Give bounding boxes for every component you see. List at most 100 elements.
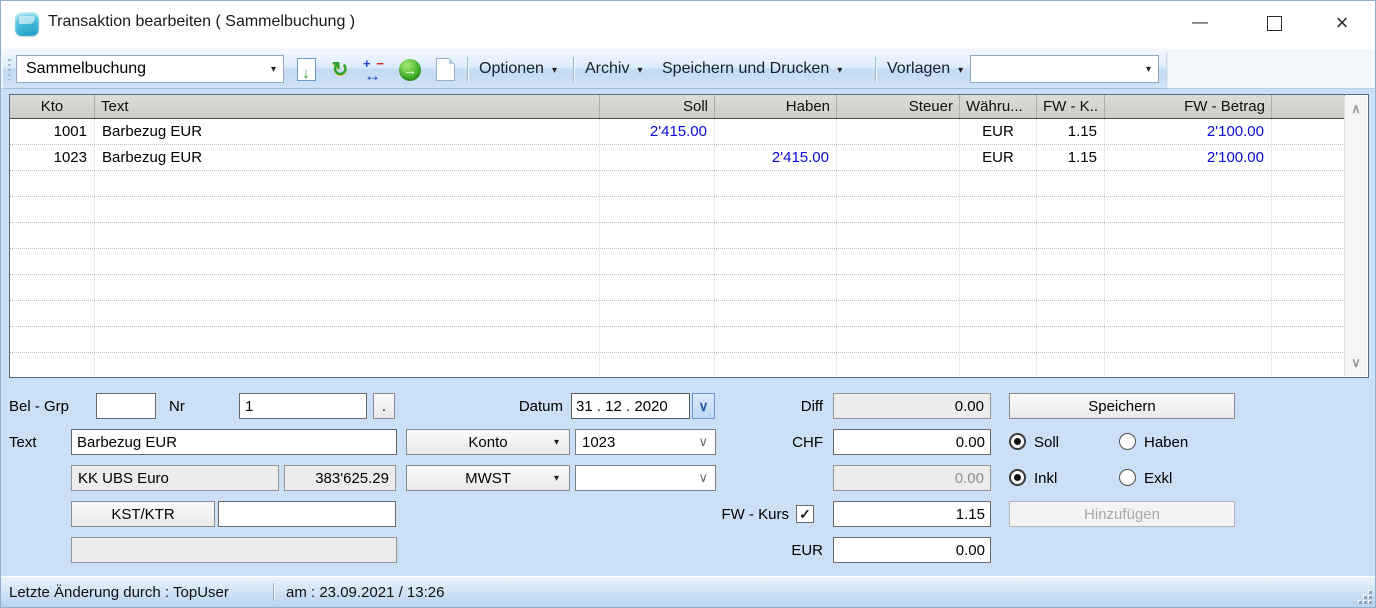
diff-label: Diff [761, 393, 823, 419]
table-row[interactable]: 1023 Barbezug EUR 2'415.00 EUR 1.15 2'10… [10, 145, 1345, 171]
cell-haben [715, 119, 837, 144]
konto-dropdown-button[interactable]: Konto ▾ [406, 429, 570, 455]
exkl-radio-label: Exkl [1144, 465, 1214, 491]
template-combo[interactable]: ▾ [970, 55, 1159, 83]
datum-dropdown-button[interactable]: ∨ [692, 393, 715, 419]
statusbar-changed-by: Letzte Änderung durch : TopUser [9, 577, 229, 607]
eur-input[interactable] [833, 537, 991, 563]
table-scrollbar[interactable]: ∧ ∨ [1344, 96, 1367, 376]
booking-type-combo[interactable]: Sammelbuchung ▾ [16, 55, 284, 83]
dropdown-arrow-icon: ▾ [554, 473, 559, 484]
empty-readonly-field [71, 537, 397, 563]
cell-filler [1272, 145, 1345, 170]
chf-label: CHF [761, 429, 823, 455]
cell-steuer [837, 119, 960, 144]
diff-field: 0.00 [833, 393, 991, 419]
dropdown-arrow-icon: ▾ [637, 65, 642, 76]
column-header-filler [1272, 95, 1345, 118]
menu-vorlagen[interactable]: Vorlagen ▾ [883, 55, 967, 83]
table-empty-row [10, 249, 1345, 275]
app-icon [15, 12, 39, 36]
adjust-columns-icon: +− ↔ [362, 57, 386, 82]
import-document-icon: ↓ [297, 58, 316, 81]
dot-button[interactable]: . [373, 393, 395, 419]
column-header-kto[interactable]: Kto [10, 95, 95, 118]
fw-kurs-checkbox[interactable]: ✓ [796, 505, 814, 523]
table-empty-row [10, 275, 1345, 301]
chevron-down-icon: ∨ [698, 434, 708, 450]
dropdown-arrow-icon: ▾ [554, 437, 559, 448]
dropdown-arrow-icon: ▾ [552, 65, 557, 76]
column-header-text[interactable]: Text [95, 95, 600, 118]
cell-fw-kurs: 1.15 [1037, 119, 1105, 144]
text-input[interactable] [71, 429, 397, 455]
go-arrow-icon: → [399, 59, 421, 81]
column-header-waehrung[interactable]: Währu... [960, 95, 1037, 118]
kst-ktr-button[interactable]: KST/KTR [71, 501, 215, 527]
hinzufuegen-button[interactable]: Hinzufügen [1009, 501, 1235, 527]
booking-type-value: Sammelbuchung [26, 60, 146, 78]
maximize-icon [1267, 16, 1282, 31]
column-header-fw-kurs[interactable]: FW - K.. [1037, 95, 1105, 118]
content-area: Kto Text Soll Haben Steuer Währu... FW -… [1, 89, 1376, 578]
cell-haben: 2'415.00 [715, 145, 837, 170]
dropdown-arrow-icon: ▾ [958, 65, 963, 76]
cell-fw-betrag: 2'100.00 [1105, 119, 1272, 144]
minimize-button[interactable]: — [1173, 3, 1227, 43]
table-empty-row [10, 327, 1345, 353]
go-next-button[interactable]: → [395, 56, 425, 83]
bel-grp-input[interactable] [96, 393, 156, 419]
titlebar: Transaktion bearbeiten ( Sammelbuchung )… [1, 1, 1375, 49]
new-document-button[interactable] [430, 56, 460, 83]
chevron-down-icon: ∨ [698, 398, 708, 415]
resize-grip[interactable] [1356, 588, 1372, 604]
steuer-betrag-field: 0.00 [833, 465, 991, 491]
column-header-haben[interactable]: Haben [715, 95, 837, 118]
statusbar: Letzte Änderung durch : TopUser am : 23.… [1, 576, 1375, 607]
refresh-button[interactable]: ↻ [325, 56, 355, 83]
fw-kurs-label: FW - Kurs [701, 501, 789, 527]
speichern-button[interactable]: Speichern [1009, 393, 1235, 419]
exkl-radio[interactable] [1119, 469, 1136, 486]
dropdown-arrow-icon: ▾ [271, 64, 276, 75]
adjust-columns-button[interactable]: +− ↔ [359, 56, 389, 83]
import-document-button[interactable]: ↓ [291, 56, 321, 83]
konto-combo[interactable]: 1023 ∨ [575, 429, 716, 455]
scroll-down-icon[interactable]: ∨ [1345, 355, 1367, 371]
cell-steuer [837, 145, 960, 170]
cell-waehrung: EUR [960, 145, 1037, 170]
mwst-dropdown-button[interactable]: MWST ▾ [406, 465, 570, 491]
mwst-combo[interactable]: ∨ [575, 465, 716, 491]
account-name-field: KK UBS Euro [71, 465, 279, 491]
check-icon: ✓ [799, 506, 811, 523]
table-empty-row [10, 197, 1345, 223]
column-header-fw-betrag[interactable]: FW - Betrag [1105, 95, 1272, 118]
inkl-radio[interactable] [1009, 469, 1026, 486]
fw-kurs-input[interactable] [833, 501, 991, 527]
column-header-steuer[interactable]: Steuer [837, 95, 960, 118]
kst-ktr-input[interactable] [218, 501, 396, 527]
cell-kto: 1023 [10, 145, 95, 170]
soll-radio[interactable] [1009, 433, 1026, 450]
statusbar-separator [273, 583, 274, 601]
nr-input[interactable] [239, 393, 367, 419]
scroll-up-icon[interactable]: ∧ [1345, 101, 1367, 117]
chf-input[interactable] [833, 429, 991, 455]
datum-field[interactable]: 31 . 12 . 2020 [571, 393, 690, 419]
close-button[interactable]: × [1315, 3, 1369, 43]
refresh-icon: ↻ [332, 57, 349, 82]
menu-speichern-und-drucken[interactable]: Speichern und Drucken ▾ [658, 55, 846, 83]
table-row[interactable]: 1001 Barbezug EUR 2'415.00 EUR 1.15 2'10… [10, 119, 1345, 145]
cell-fw-betrag: 2'100.00 [1105, 145, 1272, 170]
menu-optionen[interactable]: Optionen ▾ [475, 55, 561, 83]
column-header-soll[interactable]: Soll [600, 95, 715, 118]
maximize-button[interactable] [1247, 3, 1301, 43]
transaction-edit-window: Transaktion bearbeiten ( Sammelbuchung )… [0, 0, 1376, 608]
haben-radio-label: Haben [1144, 429, 1214, 455]
nr-label: Nr [169, 393, 199, 419]
cell-filler [1272, 119, 1345, 144]
toolbar-grip-handle[interactable] [8, 59, 11, 80]
cell-waehrung: EUR [960, 119, 1037, 144]
haben-radio[interactable] [1119, 433, 1136, 450]
menu-archiv[interactable]: Archiv ▾ [581, 55, 646, 83]
